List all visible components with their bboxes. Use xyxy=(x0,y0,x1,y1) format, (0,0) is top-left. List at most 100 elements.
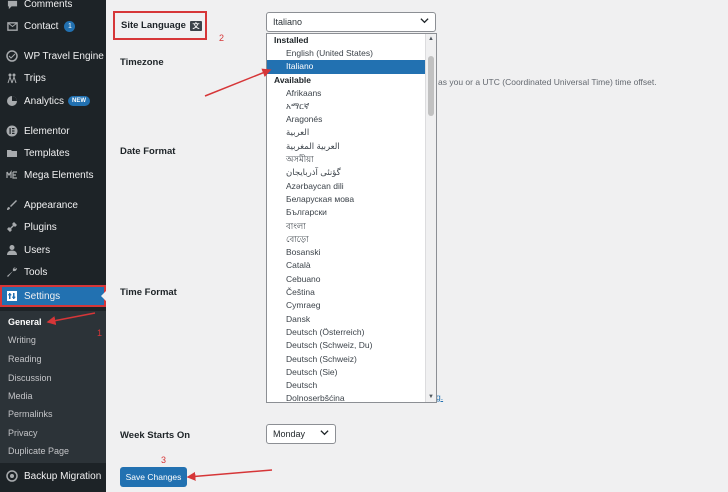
menu-label: Plugins xyxy=(24,221,57,233)
menu-backup-migration[interactable]: Backup Migration xyxy=(0,466,106,486)
submenu-media[interactable]: Media xyxy=(8,391,33,401)
language-option[interactable]: বোড়ো xyxy=(267,233,425,246)
annotation-number-2: 2 xyxy=(219,33,225,43)
plugins-icon xyxy=(6,221,18,233)
menu-tools[interactable]: Tools xyxy=(0,262,106,282)
menu-users[interactable]: Users xyxy=(0,240,106,260)
dropdown-scrollbar[interactable]: ▲ ▼ xyxy=(425,34,436,402)
menu-label: Users xyxy=(24,244,51,256)
menu-label: WP Travel Engine xyxy=(24,50,104,62)
annotation-number-1: 1 xyxy=(97,328,103,338)
timezone-label: Timezone xyxy=(120,57,164,68)
analytics-icon xyxy=(6,95,18,107)
language-option[interactable]: Dansk xyxy=(267,313,425,326)
wp-travel-engine-icon xyxy=(6,50,18,62)
menu-label: Elementor xyxy=(24,125,70,137)
menu-label: Backup Migration xyxy=(24,470,102,482)
submenu-duplicate-page[interactable]: Duplicate Page xyxy=(8,446,69,456)
language-option[interactable]: አማርኛ xyxy=(267,100,425,113)
language-option[interactable]: Deutsch xyxy=(267,379,425,392)
language-option[interactable]: Afrikaans xyxy=(267,87,425,100)
site-language-label: Site Language 文 xyxy=(113,11,207,40)
date-format-label: Date Format xyxy=(120,146,176,157)
language-option[interactable]: Deutsch (Schweiz) xyxy=(267,353,425,366)
language-option[interactable]: العربية المغربية xyxy=(267,140,425,153)
optgroup-label: Available xyxy=(274,74,312,85)
language-option[interactable]: Aragonés xyxy=(267,113,425,126)
contact-count-badge: 1 xyxy=(64,20,76,32)
admin-sidebar: Comments Contact 1 WP Travel Engine Trip… xyxy=(0,0,106,492)
menu-settings[interactable]: Settings xyxy=(0,285,106,307)
save-changes-button[interactable]: Save Changes xyxy=(120,467,187,487)
scroll-up-icon[interactable]: ▲ xyxy=(428,36,434,42)
menu-comments[interactable]: Comments xyxy=(0,0,106,14)
elementor-icon xyxy=(6,125,18,137)
language-option[interactable]: Deutsch (Sie) xyxy=(267,366,425,379)
backup-icon xyxy=(6,470,18,482)
language-option[interactable]: Deutsch (Österreich) xyxy=(267,326,425,339)
submenu-discussion[interactable]: Discussion xyxy=(8,373,52,383)
menu-wp-travel-engine[interactable]: WP Travel Engine xyxy=(0,46,106,66)
optgroup-label: Installed xyxy=(274,35,309,45)
language-option[interactable]: Беларуская мова xyxy=(267,193,425,206)
date-time-docs-link[interactable]: g. xyxy=(436,392,443,402)
language-option[interactable]: Azərbaycan dili xyxy=(267,180,425,193)
menu-trips[interactable]: Trips xyxy=(0,68,106,88)
language-option[interactable]: Deutsch (Schweiz, Du) xyxy=(267,339,425,352)
language-option[interactable]: Italiano xyxy=(267,60,425,74)
users-icon xyxy=(6,244,18,256)
menu-templates[interactable]: Templates xyxy=(0,143,106,163)
language-option[interactable]: বাংলা xyxy=(267,220,425,233)
menu-mega-elements[interactable]: Mega Elements xyxy=(0,165,106,185)
time-format-label: Time Format xyxy=(120,287,177,298)
menu-plugins[interactable]: Plugins xyxy=(0,217,106,237)
language-option[interactable]: العربية xyxy=(267,126,425,139)
site-language-select[interactable]: Italiano xyxy=(266,12,436,32)
language-option[interactable]: অসমীয়া xyxy=(267,153,425,166)
language-option[interactable]: گؤنئی آذربایجان xyxy=(267,166,425,179)
scroll-down-icon[interactable]: ▼ xyxy=(428,394,434,400)
language-option[interactable]: Català xyxy=(267,259,425,272)
week-starts-label: Week Starts On xyxy=(120,430,191,441)
menu-label: Comments xyxy=(24,0,73,10)
chevron-down-icon xyxy=(320,428,329,439)
tools-icon xyxy=(6,266,18,278)
chevron-down-icon xyxy=(420,16,429,27)
new-badge: NEW xyxy=(68,96,91,106)
templates-icon xyxy=(6,147,18,159)
language-options: Installed English (United States) Italiano… xyxy=(267,34,425,402)
submenu-privacy[interactable]: Privacy xyxy=(8,428,38,438)
comments-icon xyxy=(6,0,18,10)
language-option[interactable]: Dolnoserbšćina xyxy=(267,392,425,402)
translation-icon: 文 xyxy=(189,20,202,31)
language-option[interactable]: Cebuano xyxy=(267,273,425,286)
menu-label: Tools xyxy=(24,266,48,278)
settings-submenu: General Writing Reading Discussion Media… xyxy=(0,311,106,463)
week-starts-select[interactable]: Monday xyxy=(266,424,336,444)
menu-label: Templates xyxy=(24,147,70,159)
language-option[interactable]: Български xyxy=(267,206,425,219)
mega-elements-icon xyxy=(6,169,18,181)
scrollbar-thumb[interactable] xyxy=(428,56,434,116)
timezone-description: as you or a UTC (Coordinated Universal T… xyxy=(438,77,657,87)
submenu-writing[interactable]: Writing xyxy=(8,335,36,345)
menu-elementor[interactable]: Elementor xyxy=(0,121,106,141)
menu-analytics[interactable]: Analytics NEW xyxy=(0,91,106,111)
settings-main: Site Language 文 Timezone Date Format Tim… xyxy=(106,0,728,492)
trips-icon xyxy=(6,72,18,84)
language-dropdown-list[interactable]: Installed English (United States) Italiano… xyxy=(266,33,437,403)
language-option[interactable]: Bosanski xyxy=(267,246,425,259)
language-option[interactable]: English (United States) xyxy=(267,47,425,60)
annotation-number-3: 3 xyxy=(161,455,167,465)
submenu-general[interactable]: General xyxy=(8,317,42,327)
menu-label: Analytics xyxy=(24,95,65,107)
submenu-permalinks[interactable]: Permalinks xyxy=(8,409,53,419)
menu-appearance[interactable]: Appearance xyxy=(0,195,106,215)
appearance-icon xyxy=(6,199,18,211)
language-option[interactable]: Čeština xyxy=(267,286,425,299)
menu-label: Settings xyxy=(24,290,61,302)
language-option[interactable]: Cymraeg xyxy=(267,299,425,312)
submenu-reading[interactable]: Reading xyxy=(8,354,42,364)
menu-contact[interactable]: Contact 1 xyxy=(0,16,106,36)
settings-icon xyxy=(6,290,18,302)
